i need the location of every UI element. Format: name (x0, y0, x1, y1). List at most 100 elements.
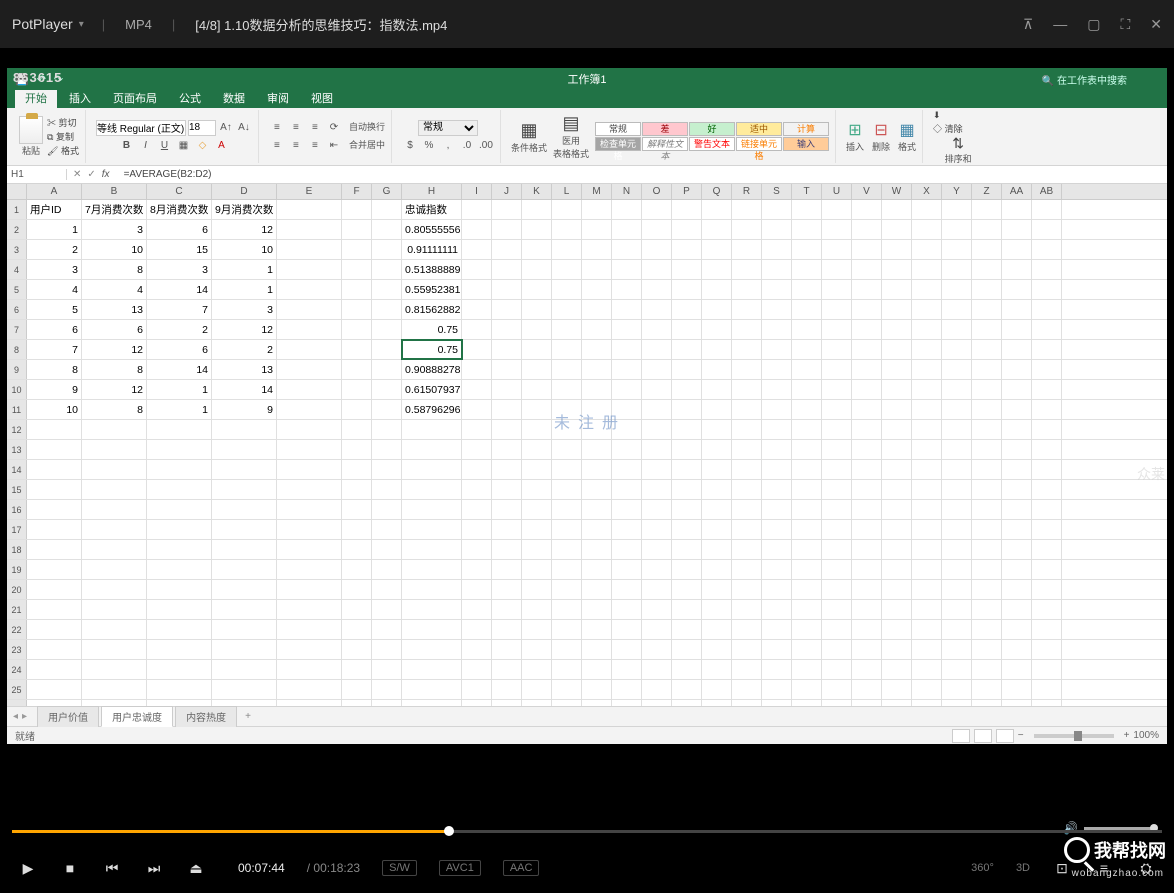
column-header[interactable]: W (882, 184, 912, 199)
cell[interactable] (762, 200, 792, 219)
zoom-in-icon[interactable]: + (1124, 730, 1130, 741)
column-header[interactable]: H (402, 184, 462, 199)
cell[interactable]: 12 (212, 220, 277, 239)
cell[interactable] (792, 700, 822, 706)
row-header[interactable]: 22 (7, 620, 27, 639)
cell[interactable] (792, 680, 822, 699)
cell[interactable] (612, 360, 642, 379)
cell[interactable] (822, 360, 852, 379)
cell[interactable] (642, 600, 672, 619)
column-header[interactable]: I (462, 184, 492, 199)
cell[interactable] (342, 260, 372, 279)
cell[interactable] (672, 380, 702, 399)
cell[interactable] (972, 640, 1002, 659)
cell[interactable]: 0.75 (402, 320, 462, 339)
cell[interactable] (672, 200, 702, 219)
cell[interactable]: 0.91111111 (402, 240, 462, 259)
app-name[interactable]: PotPlayer (12, 16, 73, 32)
video-viewport[interactable]: 863615 💾 ↶ ↷ 工作簿1 🔍 在工作表中搜索 开始插入页面布局公式数据… (0, 48, 1174, 818)
cell[interactable] (372, 480, 402, 499)
cell[interactable] (912, 440, 942, 459)
cell[interactable] (212, 560, 277, 579)
cell[interactable] (912, 680, 942, 699)
column-header[interactable]: AA (1002, 184, 1032, 199)
cell[interactable] (612, 560, 642, 579)
cell[interactable] (702, 200, 732, 219)
row-header[interactable]: 1 (7, 200, 27, 219)
cell[interactable] (372, 280, 402, 299)
cell[interactable] (342, 360, 372, 379)
cell[interactable] (792, 580, 822, 599)
cell[interactable]: 10 (212, 240, 277, 259)
cell[interactable] (912, 580, 942, 599)
style-neutral[interactable]: 适中 (736, 122, 782, 136)
cell[interactable] (552, 460, 582, 479)
border-icon[interactable]: ▦ (175, 138, 191, 154)
cell[interactable] (942, 700, 972, 706)
cell[interactable] (612, 700, 642, 706)
ribbon-tab[interactable]: 视图 (301, 88, 343, 108)
cell[interactable] (462, 520, 492, 539)
cell[interactable] (212, 640, 277, 659)
cell[interactable] (762, 620, 792, 639)
cell[interactable] (582, 560, 612, 579)
cell[interactable] (462, 500, 492, 519)
cell[interactable] (702, 480, 732, 499)
sheet-tab[interactable]: 用户忠诚度 (101, 706, 173, 727)
cell[interactable] (912, 300, 942, 319)
cell[interactable] (612, 300, 642, 319)
cell[interactable] (762, 480, 792, 499)
cell[interactable] (732, 240, 762, 259)
cell[interactable] (1032, 660, 1062, 679)
cell[interactable] (672, 340, 702, 359)
cell[interactable] (882, 300, 912, 319)
cell[interactable] (732, 460, 762, 479)
cell[interactable] (1032, 260, 1062, 279)
cell[interactable] (342, 420, 372, 439)
cell[interactable] (1002, 640, 1032, 659)
cell[interactable]: 6 (27, 320, 82, 339)
cell[interactable] (492, 380, 522, 399)
column-header[interactable]: B (82, 184, 147, 199)
cell[interactable] (852, 200, 882, 219)
cell[interactable] (552, 520, 582, 539)
cell[interactable] (552, 560, 582, 579)
row-header[interactable]: 5 (7, 280, 27, 299)
cell[interactable] (702, 520, 732, 539)
cell[interactable] (582, 620, 612, 639)
cell[interactable] (1032, 560, 1062, 579)
cell[interactable] (912, 280, 942, 299)
cell[interactable] (972, 680, 1002, 699)
cell[interactable] (612, 580, 642, 599)
add-sheet-icon[interactable]: + (239, 711, 257, 722)
style-normal[interactable]: 常规 (595, 122, 641, 136)
cell[interactable] (277, 300, 342, 319)
cell[interactable] (82, 560, 147, 579)
cell[interactable] (492, 680, 522, 699)
cell[interactable] (277, 660, 342, 679)
cell[interactable]: 10 (27, 400, 82, 419)
confirm-formula-icon[interactable]: ✓ (87, 169, 95, 180)
cell[interactable] (212, 540, 277, 559)
cell[interactable] (672, 220, 702, 239)
cell[interactable] (492, 220, 522, 239)
row-header[interactable]: 10 (7, 380, 27, 399)
cell[interactable] (822, 320, 852, 339)
row-header[interactable]: 15 (7, 480, 27, 499)
cell[interactable] (972, 400, 1002, 419)
cell[interactable] (942, 540, 972, 559)
cell[interactable] (852, 440, 882, 459)
cell[interactable] (522, 380, 552, 399)
cell[interactable] (732, 320, 762, 339)
cell[interactable] (732, 440, 762, 459)
cell[interactable] (672, 460, 702, 479)
cell[interactable] (82, 540, 147, 559)
cell[interactable] (147, 580, 212, 599)
ribbon-tab[interactable]: 数据 (213, 88, 255, 108)
cell[interactable] (762, 360, 792, 379)
cell[interactable] (762, 380, 792, 399)
cell[interactable] (882, 620, 912, 639)
cell[interactable] (942, 240, 972, 259)
cell[interactable] (372, 340, 402, 359)
cell[interactable] (762, 640, 792, 659)
